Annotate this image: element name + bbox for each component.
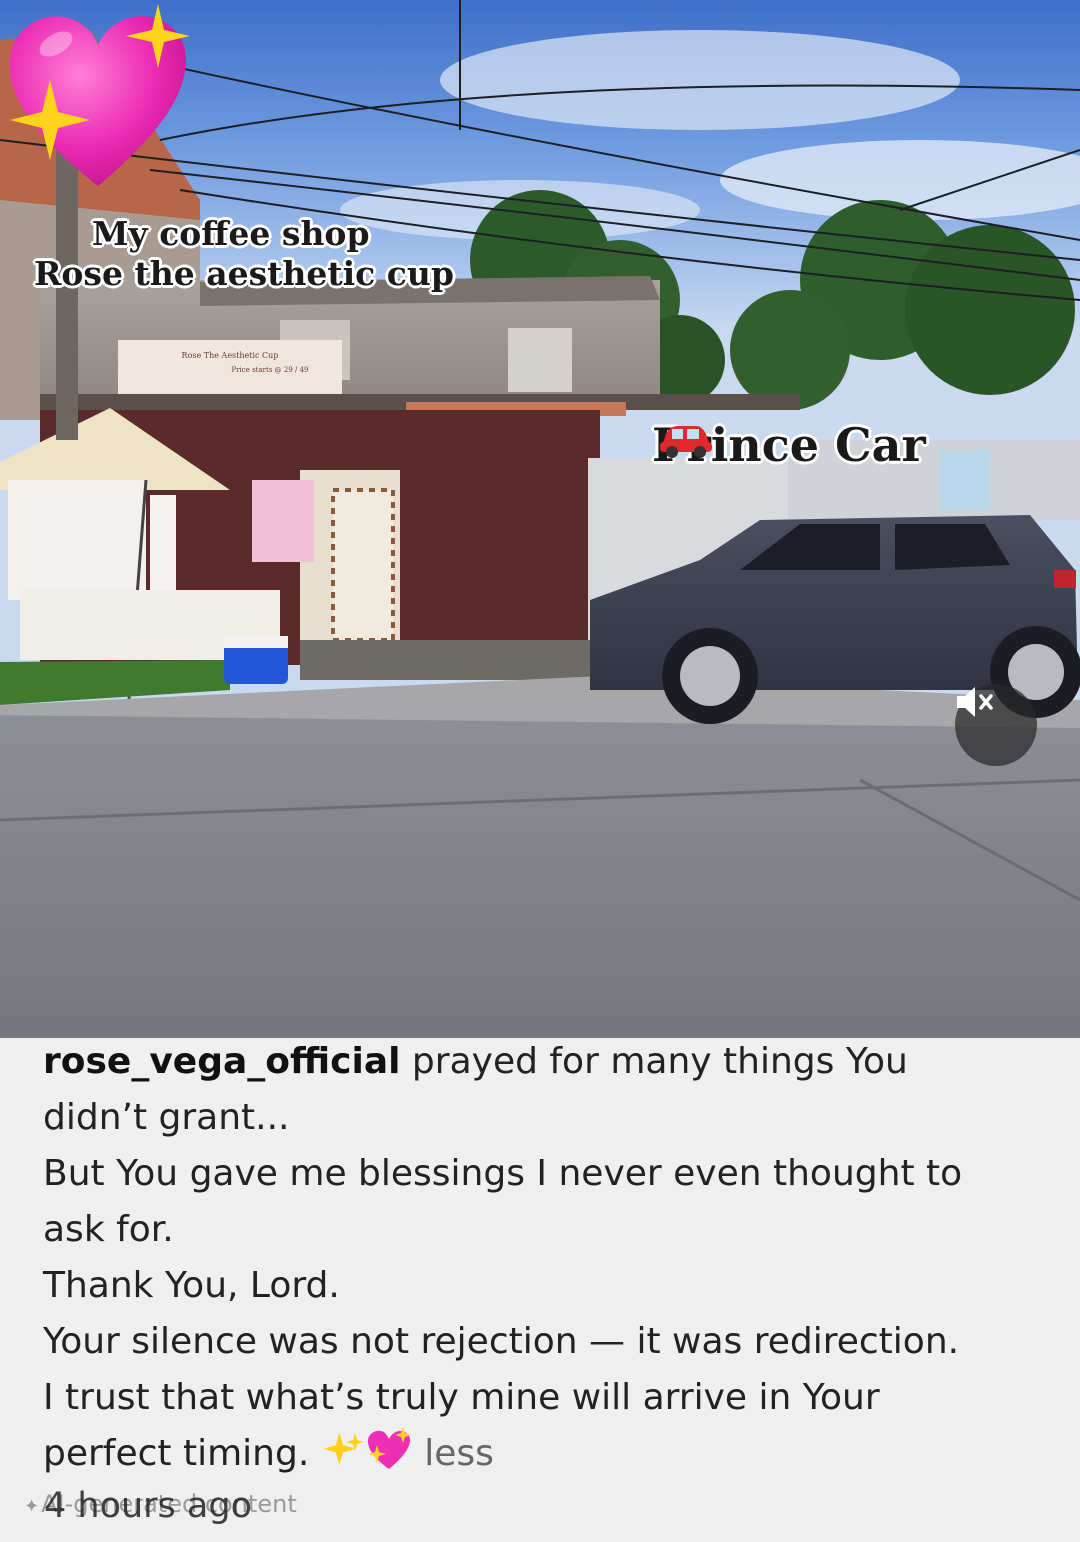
speaker-muted-icon	[957, 687, 993, 717]
caption-line: Your silence was not rejection — it was …	[43, 1321, 960, 1362]
caption-line: didn’t grant...	[43, 1097, 290, 1138]
caption-line: Thank You, Lord.	[43, 1265, 340, 1306]
svg-text:Price starts @ 29 / 49: Price starts @ 29 / 49	[232, 366, 309, 374]
caption-line-last: perfect timing. less	[43, 1426, 1043, 1482]
ai-sparkle-icon: ✦	[24, 1496, 40, 1517]
coffee-shop-label: My coffee shop Rose the aesthetic cup	[34, 214, 454, 294]
caption-line: I trust that what’s truly mine will arri…	[43, 1377, 880, 1418]
coffee-shop-label-line1: My coffee shop	[92, 214, 370, 253]
post-caption-area: rose_vega_official prayed for many thing…	[0, 1038, 1080, 1542]
sparkling-heart-icon	[9, 4, 190, 186]
less-button[interactable]: less	[424, 1433, 494, 1474]
caption-text: perfect timing.	[43, 1433, 310, 1474]
caption-line: rose_vega_official prayed for many thing…	[43, 1034, 1043, 1090]
car-label: Prince Car	[652, 418, 926, 472]
coffee-shop-label-line2: Rose the aesthetic cup	[34, 254, 454, 293]
post-caption: rose_vega_official prayed for many thing…	[43, 1034, 1043, 1482]
caption-line: ask for.	[43, 1209, 174, 1250]
svg-text:Rose The Aesthetic Cup: Rose The Aesthetic Cup	[182, 351, 279, 360]
sparkles-icon	[322, 1432, 364, 1465]
post-photo[interactable]: Rose The Aesthetic Cup Price starts @ 29…	[0, 0, 1080, 1038]
caption-text: prayed for many things You	[411, 1041, 908, 1082]
mute-button[interactable]	[955, 684, 1037, 766]
username-link[interactable]: rose_vega_official	[43, 1041, 400, 1082]
caption-line: But You gave me blessings I never even t…	[43, 1153, 963, 1194]
sparkling-heart-icon	[367, 1427, 411, 1469]
red-car-icon	[660, 426, 712, 458]
post-timestamp: 4 hours ago	[44, 1486, 253, 1526]
